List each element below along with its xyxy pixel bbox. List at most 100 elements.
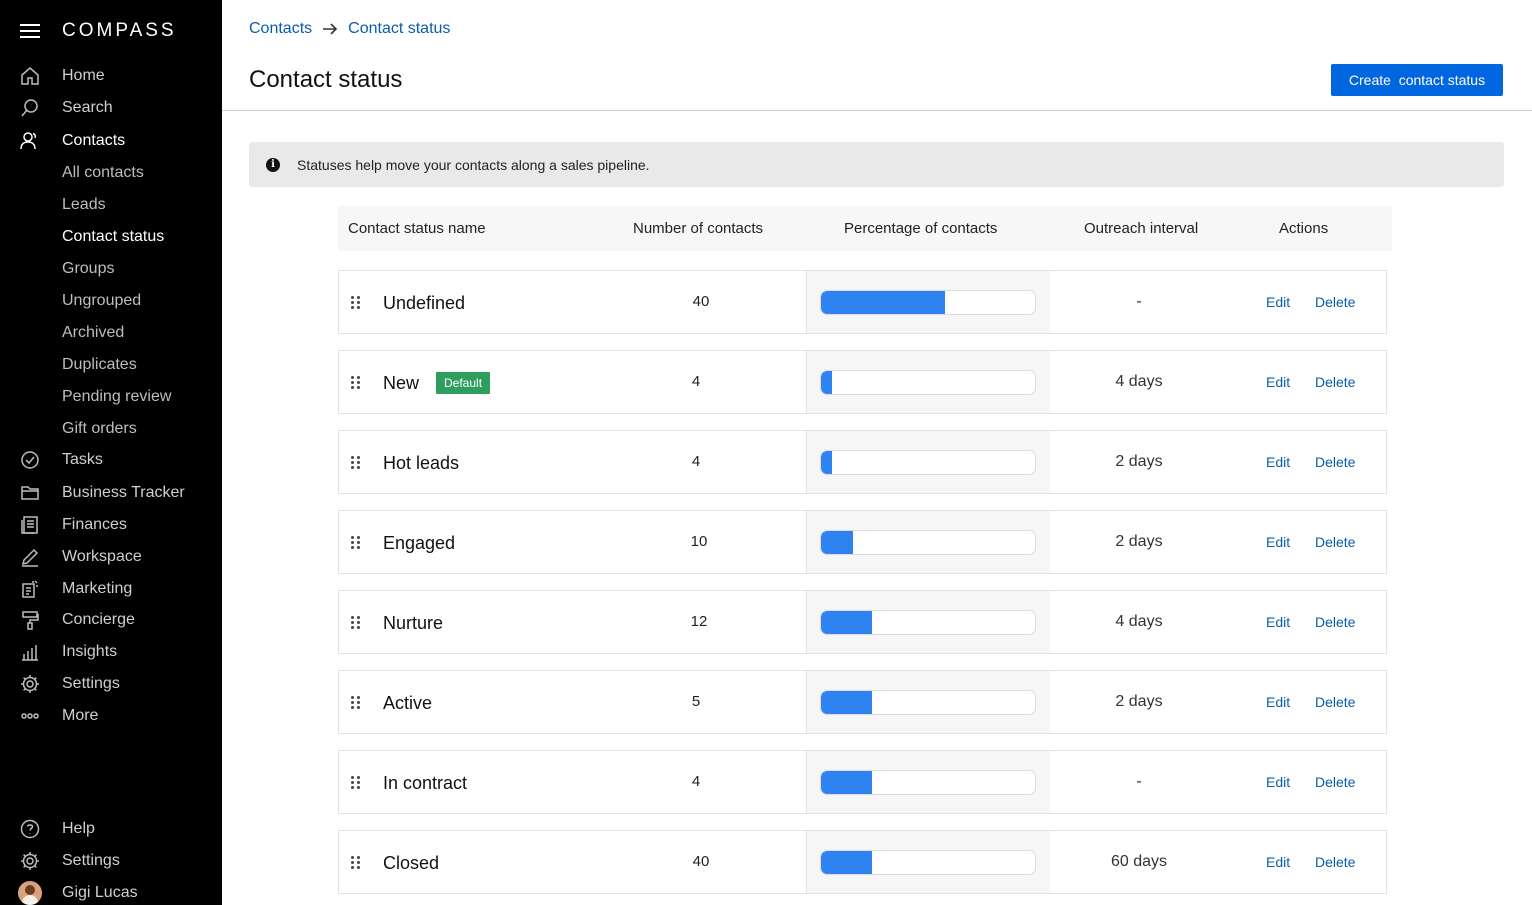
edit-button[interactable]: Edit [1266, 614, 1290, 630]
breadcrumb-current[interactable]: Contact status [348, 20, 450, 38]
create-contact-status-button[interactable]: Create contact status [1331, 64, 1503, 96]
nav-user-profile[interactable]: Gigi Lucas [0, 878, 222, 905]
menu-icon[interactable] [20, 24, 40, 38]
delete-button[interactable]: Delete [1315, 614, 1355, 630]
sidebar-item-duplicates[interactable]: Duplicates [0, 350, 222, 380]
table-header: Contact status name Number of contacts P… [338, 206, 1392, 251]
drag-handle-icon[interactable] [351, 296, 361, 310]
percentage-bar [820, 530, 1036, 555]
nav-insights[interactable]: Insights [0, 637, 222, 667]
outreach-interval: 4 days [1115, 613, 1163, 630]
sidebar-item-all-contacts[interactable]: All contacts [0, 158, 222, 188]
percentage-bar [820, 770, 1036, 795]
outreach-interval: 60 days [1110, 853, 1168, 870]
outreach-interval: 2 days [1115, 693, 1163, 710]
drag-handle-icon[interactable] [351, 376, 361, 390]
table-row[interactable]: In contract 4 - Edit Delete [338, 750, 1387, 814]
sidebar-item-leads[interactable]: Leads [0, 190, 222, 220]
nav-help[interactable]: Help [0, 814, 222, 844]
table-row[interactable]: Engaged 10 2 days Edit Delete [338, 510, 1387, 574]
delete-button[interactable]: Delete [1315, 294, 1355, 310]
drag-handle-icon[interactable] [351, 536, 361, 550]
edit-button[interactable]: Edit [1266, 374, 1290, 390]
table-row[interactable]: Undefined 40 - Edit Delete [338, 270, 1387, 334]
sidebar-item-ungrouped[interactable]: Ungrouped [0, 286, 222, 316]
compass-logo[interactable]: COMPASS [62, 20, 177, 42]
delete-button[interactable]: Delete [1315, 694, 1355, 710]
contact-count: 4 [691, 773, 701, 790]
nav-label: Ungrouped [62, 292, 142, 309]
table-row[interactable]: New Default 4 4 days Edit Delete [338, 350, 1387, 414]
drag-handle-icon[interactable] [351, 456, 361, 470]
drag-handle-icon[interactable] [351, 616, 361, 630]
sidebar-item-contact-status[interactable]: Contact status [0, 222, 222, 252]
edit-button[interactable]: Edit [1266, 294, 1290, 310]
delete-button[interactable]: Delete [1315, 454, 1355, 470]
nav-search[interactable]: Search [0, 93, 222, 123]
table-row[interactable]: Hot leads 4 2 days Edit Delete [338, 430, 1387, 494]
drag-handle-icon[interactable] [351, 776, 361, 790]
folder-icon [19, 482, 41, 504]
sidebar-item-groups[interactable]: Groups [0, 254, 222, 284]
default-badge: Default [436, 372, 491, 394]
nav-contacts[interactable]: Contacts [0, 126, 222, 156]
edit-button[interactable]: Edit [1266, 454, 1290, 470]
drag-handle-icon[interactable] [351, 856, 361, 870]
nav-concierge[interactable]: Concierge [0, 605, 222, 635]
nav-label: Leads [62, 196, 106, 213]
outreach-interval: 2 days [1115, 533, 1163, 550]
percentage-bar-fill [821, 611, 873, 634]
percentage-cell [806, 751, 1050, 813]
drag-handle-icon[interactable] [351, 696, 361, 710]
contact-count: 12 [690, 613, 708, 630]
percentage-bar [820, 850, 1036, 875]
nav-finances[interactable]: Finances [0, 510, 222, 540]
edit-button[interactable]: Edit [1266, 854, 1290, 870]
percentage-bar [820, 370, 1036, 395]
delete-button[interactable]: Delete [1315, 854, 1355, 870]
delete-button[interactable]: Delete [1315, 534, 1355, 550]
percentage-bar-fill [821, 291, 946, 314]
arrow-right-icon [323, 23, 338, 35]
table-row[interactable]: Active 5 2 days Edit Delete [338, 670, 1387, 734]
sidebar-item-pending-review[interactable]: Pending review [0, 382, 222, 412]
percentage-bar [820, 450, 1036, 475]
edit-button[interactable]: Edit [1266, 694, 1290, 710]
edit-button[interactable]: Edit [1266, 774, 1290, 790]
nav-more[interactable]: More [0, 701, 222, 731]
user-name: Gigi Lucas [62, 884, 138, 901]
percentage-cell [806, 351, 1050, 413]
nav-business-tracker[interactable]: Business Tracker [0, 478, 222, 508]
sidebar-item-archived[interactable]: Archived [0, 318, 222, 348]
nav-label: Settings [62, 675, 120, 692]
page-title: Contact status [249, 66, 403, 93]
tasks-icon [19, 449, 41, 471]
contact-count: 10 [690, 533, 708, 550]
contact-count: 40 [692, 293, 710, 310]
percentage-cell [806, 671, 1050, 733]
nav-marketing[interactable]: Marketing [0, 574, 222, 604]
breadcrumb-contacts-link[interactable]: Contacts [249, 20, 312, 38]
contact-count: 40 [692, 853, 710, 870]
nav-label: Concierge [62, 611, 135, 628]
sidebar-item-gift-orders[interactable]: Gift orders [0, 414, 222, 444]
percentage-cell [806, 831, 1050, 893]
nav-workspace[interactable]: Workspace [0, 542, 222, 572]
nav-tasks[interactable]: Tasks [0, 445, 222, 475]
gear-icon [19, 673, 41, 695]
delete-button[interactable]: Delete [1315, 374, 1355, 390]
column-header-count: Number of contacts [633, 220, 764, 237]
bar-chart-icon [19, 641, 41, 663]
table-row[interactable]: Closed 40 60 days Edit Delete [338, 830, 1387, 894]
nav-label: Marketing [62, 580, 133, 597]
nav-home[interactable]: Home [0, 61, 222, 91]
edit-button[interactable]: Edit [1266, 534, 1290, 550]
marketing-icon [19, 578, 41, 600]
nav-settings[interactable]: Settings [0, 669, 222, 699]
nav-settings-footer[interactable]: Settings [0, 846, 222, 876]
table-row[interactable]: Nurture 12 4 days Edit Delete [338, 590, 1387, 654]
status-name: In contract [383, 773, 468, 793]
status-name: New [383, 373, 420, 393]
delete-button[interactable]: Delete [1315, 774, 1355, 790]
nav-label: More [62, 707, 99, 724]
